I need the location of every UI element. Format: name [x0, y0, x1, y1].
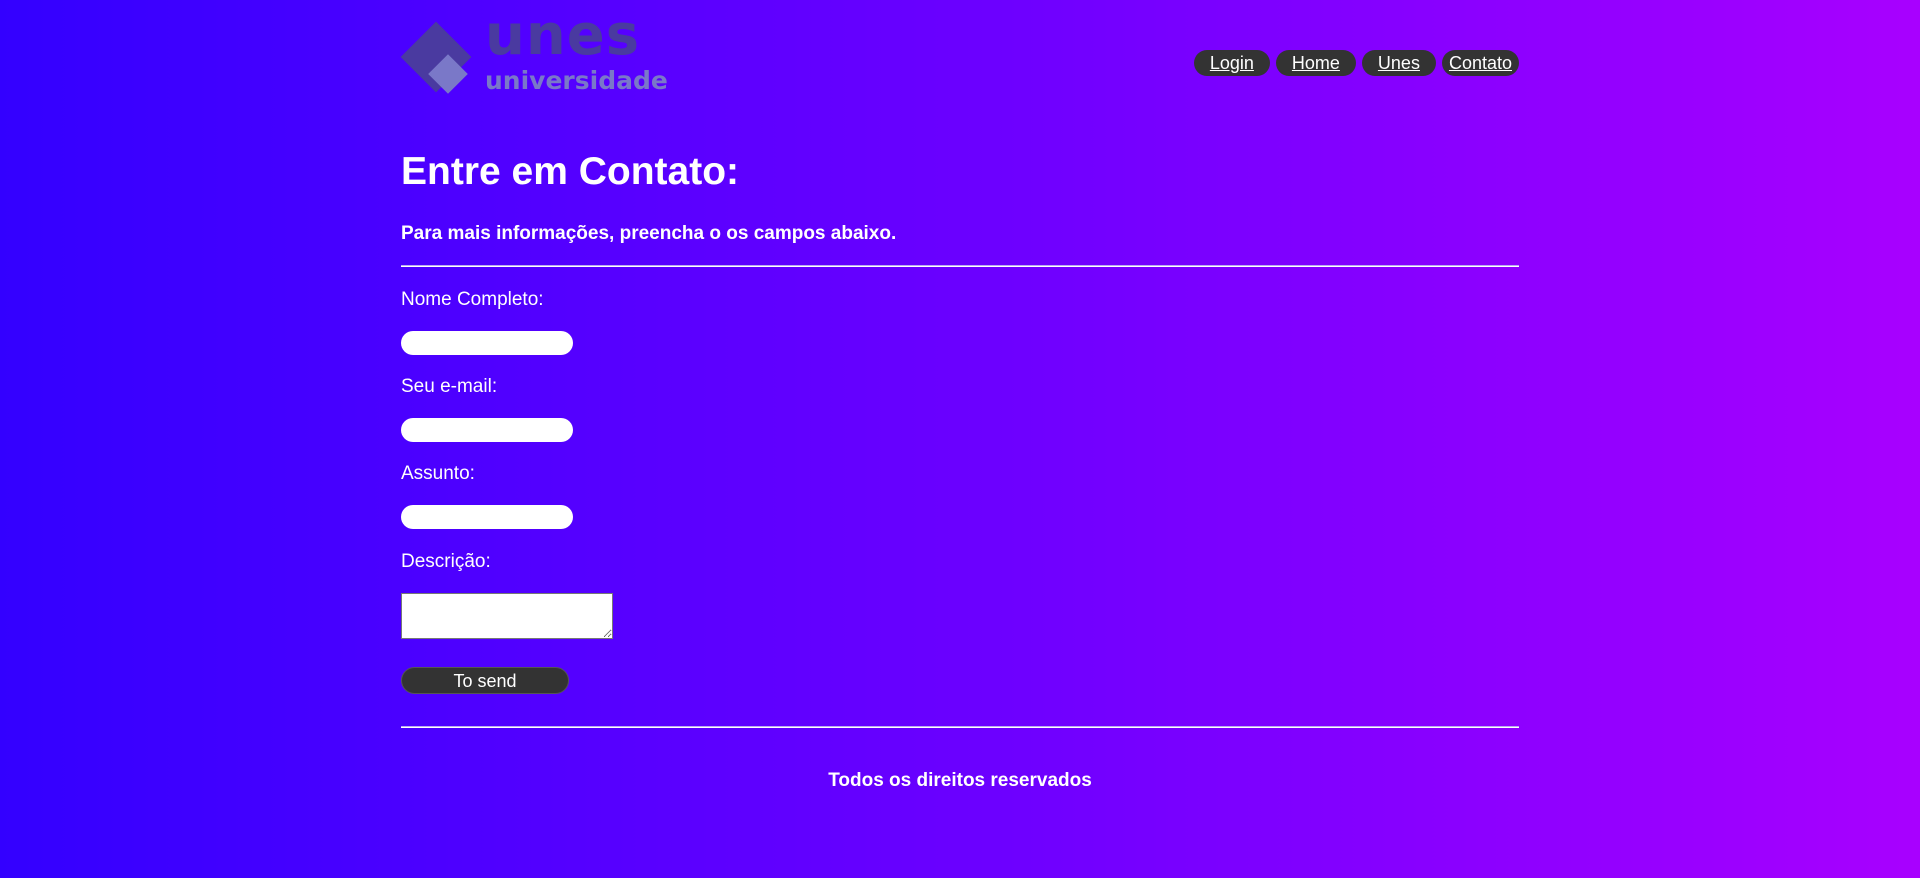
subject-input[interactable]	[401, 505, 573, 529]
nav-unes-link[interactable]: Unes	[1361, 50, 1436, 76]
description-label: Descrição:	[401, 551, 491, 572]
page-title: Entre em Contato:	[401, 150, 740, 193]
name-label: Nome Completo:	[401, 289, 544, 310]
full-name-input[interactable]	[401, 331, 573, 355]
page-container: unes universidade Login Home Unes Contat…	[400, 0, 1519, 791]
send-button[interactable]: To send	[401, 667, 569, 694]
email-input[interactable]	[401, 418, 573, 442]
nav-home-link[interactable]: Home	[1275, 50, 1356, 76]
email-label: Seu e-mail:	[401, 376, 498, 397]
logo-wordmark: unes	[485, 3, 641, 68]
nav-login-link[interactable]: Login	[1193, 50, 1270, 76]
logo-subtitle: universidade	[485, 66, 668, 95]
page-subtitle: Para mais informações, preencha o os cam…	[401, 223, 897, 244]
main-nav: Login Home Unes Contato	[1193, 50, 1519, 76]
subject-label: Assunto:	[401, 463, 475, 484]
header: unes universidade Login Home Unes Contat…	[400, 0, 1519, 110]
footer-text: Todos os direitos reservados	[828, 770, 1092, 791]
unes-logo[interactable]: unes universidade	[400, 8, 671, 102]
nav-contato-link[interactable]: Contato	[1441, 50, 1519, 76]
footer-divider	[401, 726, 1519, 728]
description-textarea[interactable]	[401, 593, 613, 639]
header-divider	[401, 265, 1519, 267]
